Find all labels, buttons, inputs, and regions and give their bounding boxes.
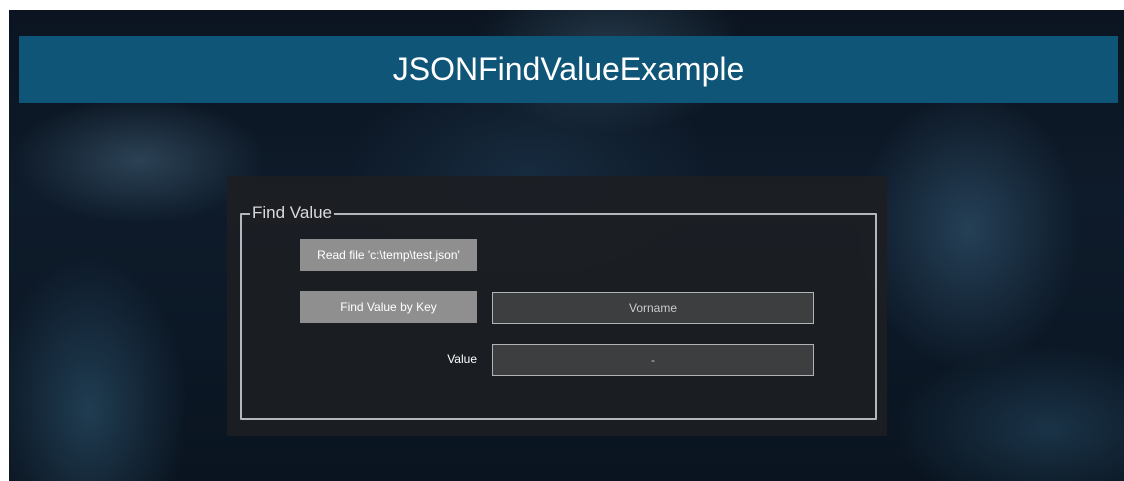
key-input[interactable] — [492, 292, 814, 324]
find-value-panel: Find Value Read file 'c:\temp\test.json'… — [227, 176, 887, 436]
value-label: Value — [447, 352, 477, 366]
find-value-group-legend: Find Value — [250, 203, 335, 223]
app-title: JSONFindValueExample — [392, 51, 745, 87]
value-output-field[interactable]: - — [492, 344, 814, 376]
title-bar: JSONFindValueExample — [19, 36, 1118, 103]
read-file-button[interactable]: Read file 'c:\temp\test.json' — [300, 239, 477, 271]
find-value-by-key-button[interactable]: Find Value by Key — [300, 291, 477, 323]
